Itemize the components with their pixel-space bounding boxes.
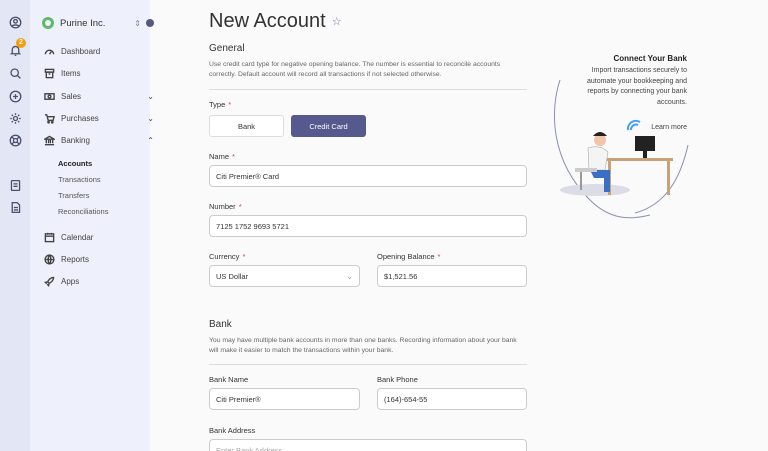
icon-rail: 2 [0, 0, 30, 451]
section-title-bank: Bank [209, 319, 232, 330]
main-content: New Account ☆ General Use credit card ty… [150, 0, 768, 451]
cart-icon [44, 113, 55, 124]
calendar-icon [44, 232, 55, 242]
sidebar-item-label: Dashboard [61, 46, 101, 56]
sidebar-item-label: Items [61, 68, 81, 78]
support-icon[interactable] [7, 132, 23, 148]
search-icon[interactable] [7, 65, 23, 81]
bank-phone-field[interactable]: (164)-654-55 [377, 388, 527, 410]
money-icon [44, 92, 55, 100]
type-label: Type * [209, 100, 231, 109]
name-label: Name * [209, 152, 235, 161]
required-marker: * [242, 252, 246, 261]
sidebar-item-label: Calendar [61, 232, 94, 242]
opening-balance-label: Opening Balance * [377, 252, 440, 261]
bank-address-label: Bank Address [209, 426, 256, 435]
sidebar-item-purchases[interactable]: Purchases ⌄ [44, 110, 154, 126]
currency-value: US Dollar [216, 271, 249, 281]
star-icon[interactable]: ☆ [332, 15, 342, 28]
section-title-general: General [209, 43, 245, 54]
type-label-text: Type [209, 100, 226, 109]
sidebar-item-label: Apps [61, 276, 80, 286]
company-name: Purine Inc. [60, 17, 106, 29]
section-description-bank: You may have multiple bank accounts in m… [209, 337, 517, 354]
currency-select[interactable]: US Dollar ⌄ [209, 265, 360, 287]
bank-address-field[interactable]: Enter Bank Address [209, 439, 527, 451]
promo-text: Import transactions securely to automate… [586, 67, 687, 106]
sidebar-subitem-transactions[interactable]: Transactions [58, 175, 101, 184]
currency-label: Currency * [209, 252, 245, 261]
company-logo [42, 17, 54, 29]
opening-balance-field[interactable]: $1,521.56 [377, 265, 527, 287]
rocket-icon [44, 276, 55, 287]
name-field[interactable]: Citi Premier® Card [209, 165, 527, 187]
company-switcher[interactable]: Purine Inc. ⇕ [42, 14, 154, 32]
sidebar-item-reports[interactable]: Reports [44, 251, 154, 267]
currency-label-text: Currency [209, 252, 240, 261]
profile-icon[interactable] [7, 14, 23, 30]
page-title: New Account ☆ [209, 10, 342, 33]
type-bank-button[interactable]: Bank [209, 115, 284, 137]
globe-icon [44, 253, 55, 265]
required-marker: * [232, 152, 235, 161]
chevron-down-icon: ⌄ [346, 271, 353, 281]
dashboard-icon [44, 48, 55, 55]
add-icon[interactable] [7, 88, 23, 104]
opening-balance-label-text: Opening Balance [377, 252, 435, 261]
bank-icon [44, 135, 55, 145]
number-label-text: Number [209, 202, 236, 211]
documents-icon[interactable] [7, 177, 23, 193]
sidebar-item-sales[interactable]: Sales ⌄ [44, 88, 154, 104]
sidebar-item-apps[interactable]: Apps [44, 273, 154, 289]
unfold-icon[interactable]: ⇕ [134, 19, 141, 28]
section-description-general: Use credit card type for negative openin… [209, 61, 501, 78]
number-field[interactable]: 7125 1752 9693 5721 [209, 215, 527, 237]
sidebar-item-banking[interactable]: Banking ⌃ [44, 132, 154, 148]
bank-name-field[interactable]: Citi Premier® [209, 388, 360, 410]
promo-title: Connect Your Bank [613, 54, 688, 63]
sidebar-subitem-reconciliations[interactable]: Reconciliations [58, 207, 108, 216]
name-label-text: Name [209, 152, 230, 161]
bank-phone-label: Bank Phone [377, 375, 418, 384]
sidebar-item-items[interactable]: Items [44, 65, 154, 81]
sidebar-subitem-transfers[interactable]: Transfers [58, 191, 89, 200]
notifications-icon[interactable]: 2 [7, 38, 26, 58]
sidebar-item-label: Purchases [61, 113, 99, 123]
divider [209, 89, 527, 90]
required-marker: * [238, 202, 242, 211]
sidebar-item-calendar[interactable]: Calendar [44, 229, 154, 245]
sidebar: Purine Inc. ⇕ Dashboard Items Sales ⌄ Pu… [30, 0, 154, 451]
type-credit-card-button[interactable]: Credit Card [291, 115, 366, 137]
settings-icon[interactable] [7, 110, 23, 126]
sidebar-item-dashboard[interactable]: Dashboard [44, 43, 154, 59]
sidebar-subitem-accounts[interactable]: Accounts [58, 159, 92, 168]
number-label: Number * [209, 202, 242, 211]
box-icon [44, 68, 55, 78]
sidebar-item-label: Banking [61, 135, 90, 145]
bank-name-label: Bank Name [209, 375, 249, 384]
divider [209, 364, 527, 365]
sidebar-item-label: Sales [61, 91, 82, 101]
required-marker: * [437, 252, 441, 261]
notification-badge: 2 [16, 38, 26, 48]
learn-more-link[interactable]: Learn more [620, 124, 687, 131]
notes-icon[interactable] [7, 199, 23, 215]
required-marker: * [228, 100, 232, 109]
sidebar-item-label: Reports [61, 254, 90, 264]
page-title-text: New Account [209, 10, 326, 32]
